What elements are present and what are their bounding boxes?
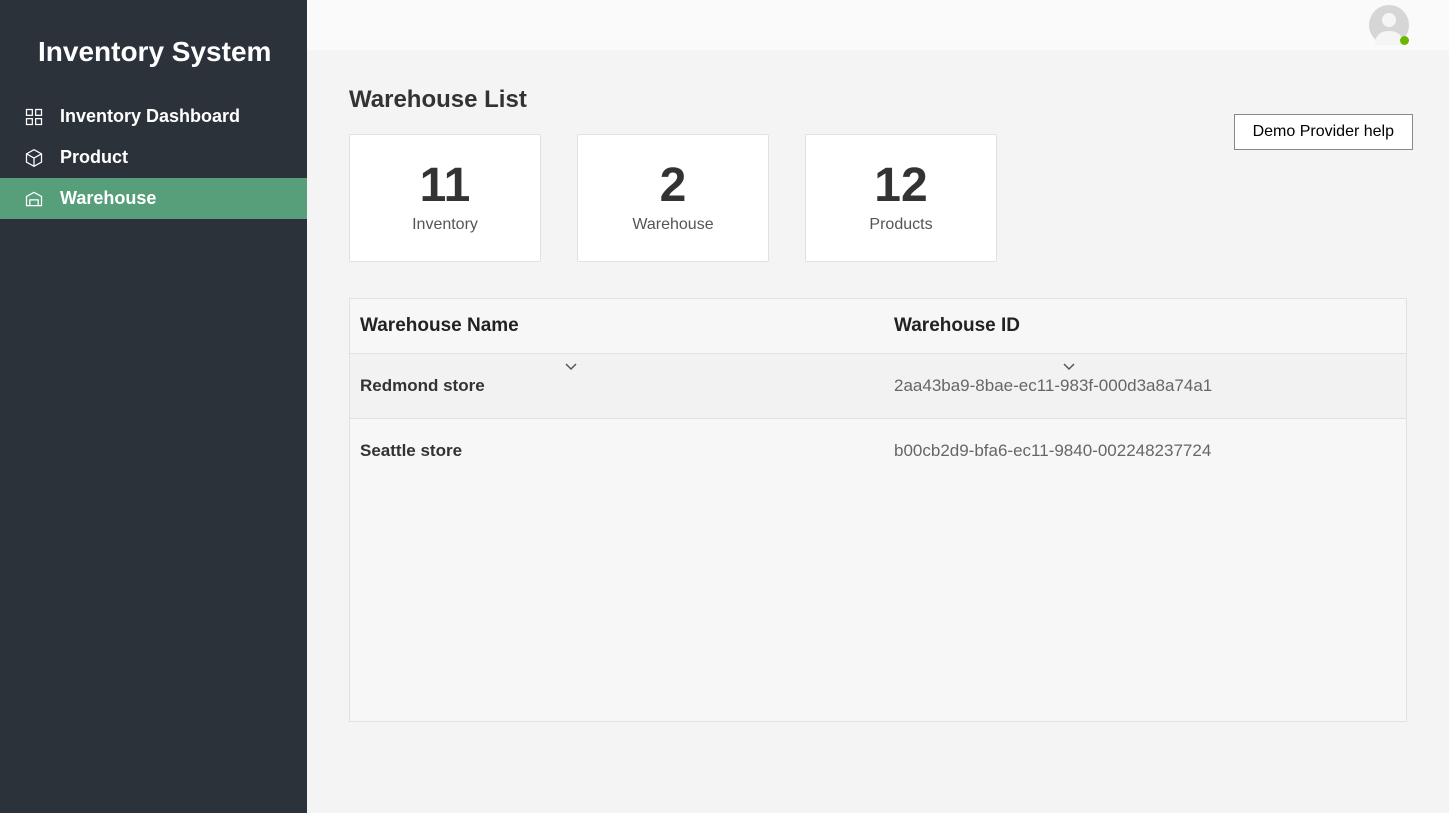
stat-card-inventory: 11 Inventory bbox=[349, 134, 541, 262]
cell-warehouse-name: Seattle store bbox=[360, 441, 894, 461]
column-header-name[interactable]: Warehouse Name bbox=[360, 315, 894, 337]
stat-label: Products bbox=[869, 216, 932, 234]
sidebar-item-label: Warehouse bbox=[60, 188, 156, 209]
cell-warehouse-name: Redmond store bbox=[360, 376, 894, 396]
topbar bbox=[307, 0, 1449, 50]
column-header-id[interactable]: Warehouse ID bbox=[894, 315, 1396, 337]
stat-cards: 11 Inventory 2 Warehouse 12 Products bbox=[349, 134, 1407, 262]
product-icon bbox=[24, 148, 44, 168]
stat-value: 2 bbox=[660, 162, 687, 210]
cell-warehouse-id: 2aa43ba9-8bae-ec11-983f-000d3a8a74a1 bbox=[894, 376, 1396, 396]
warehouse-icon bbox=[24, 189, 44, 209]
cell-warehouse-id: b00cb2d9-bfa6-ec11-9840-002248237724 bbox=[894, 441, 1396, 461]
demo-provider-help-button[interactable]: Demo Provider help bbox=[1234, 114, 1413, 150]
dashboard-icon bbox=[24, 107, 44, 127]
sidebar-item-inventory-dashboard[interactable]: Inventory Dashboard bbox=[0, 96, 307, 137]
avatar[interactable] bbox=[1369, 5, 1409, 45]
table-row[interactable]: Seattle store b00cb2d9-bfa6-ec11-9840-00… bbox=[350, 418, 1406, 483]
stat-label: Warehouse bbox=[632, 216, 713, 234]
warehouse-table: Warehouse Name Warehouse ID Redmond stor… bbox=[349, 298, 1407, 722]
chevron-down-icon bbox=[564, 359, 578, 375]
status-dot bbox=[1400, 36, 1409, 45]
sidebar: Inventory System Inventory Dashboard Pro… bbox=[0, 0, 307, 813]
stat-value: 11 bbox=[420, 162, 471, 210]
table-body: Redmond store 2aa43ba9-8bae-ec11-983f-00… bbox=[350, 353, 1406, 483]
sidebar-item-product[interactable]: Product bbox=[0, 137, 307, 178]
column-label: Warehouse Name bbox=[360, 315, 519, 336]
page-title: Warehouse List bbox=[349, 86, 1407, 114]
app-title: Inventory System bbox=[0, 0, 307, 96]
table-header: Warehouse Name Warehouse ID bbox=[350, 299, 1406, 353]
chevron-down-icon bbox=[1062, 359, 1076, 375]
stat-label: Inventory bbox=[412, 216, 478, 234]
sidebar-item-warehouse[interactable]: Warehouse bbox=[0, 178, 307, 219]
content: Warehouse List Demo Provider help 11 Inv… bbox=[307, 50, 1449, 813]
sidebar-item-label: Inventory Dashboard bbox=[60, 106, 240, 127]
stat-value: 12 bbox=[874, 162, 927, 210]
table-row[interactable]: Redmond store 2aa43ba9-8bae-ec11-983f-00… bbox=[350, 353, 1406, 418]
sidebar-item-label: Product bbox=[60, 147, 128, 168]
stat-card-warehouse: 2 Warehouse bbox=[577, 134, 769, 262]
column-label: Warehouse ID bbox=[894, 315, 1020, 336]
stat-card-products: 12 Products bbox=[805, 134, 997, 262]
main: Warehouse List Demo Provider help 11 Inv… bbox=[307, 0, 1449, 813]
